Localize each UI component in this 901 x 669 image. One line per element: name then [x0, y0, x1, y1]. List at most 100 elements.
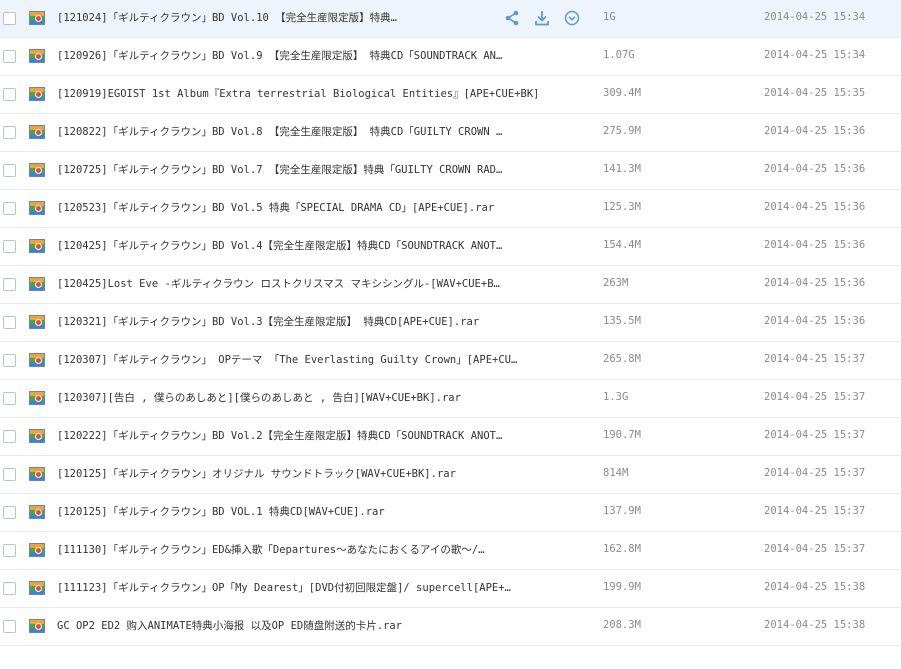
file-name-link[interactable]: [120307]「ギルティクラウン」 OPテーマ 「The Everlastin…	[57, 352, 537, 367]
file-row[interactable]: [120725]「ギルティクラウン」BD Vol.7 【完全生産限定版】特典「G…	[0, 152, 901, 190]
archive-file-icon	[29, 49, 45, 63]
modified-time: 2014-04-25 15:37	[764, 391, 866, 403]
modified-time: 2014-04-25 15:37	[764, 543, 866, 555]
share-icon[interactable]	[503, 9, 521, 27]
row-checkbox[interactable]	[3, 278, 16, 291]
row-checkbox[interactable]	[3, 620, 16, 633]
file-name-link[interactable]: [120125]「ギルティクラウン」オリジナル サウンドトラック[WAV+CUE…	[57, 466, 537, 481]
file-row[interactable]: [111123]「ギルティクラウン」OP「My Dearest」[DVD付初回限…	[0, 570, 901, 608]
archive-file-icon	[29, 201, 45, 215]
download-icon[interactable]	[533, 9, 551, 27]
archive-file-icon	[29, 353, 45, 367]
row-checkbox[interactable]	[3, 316, 16, 329]
row-actions	[503, 9, 581, 27]
modified-time: 2014-04-25 15:34	[764, 11, 866, 23]
file-size: 141.3M	[603, 163, 641, 175]
file-list: [121024]「ギルティクラウン」BD Vol.10 【完全生産限定版】特典……	[0, 0, 901, 646]
archive-file-icon	[29, 581, 45, 595]
file-size: 814M	[603, 467, 629, 479]
file-row[interactable]: [120919]EGOIST 1st Album『Extra terrestri…	[0, 76, 901, 114]
archive-file-icon	[29, 277, 45, 291]
file-name-link[interactable]: [120425]「ギルティクラウン」BD Vol.4【完全生産限定版】特典CD「…	[57, 238, 537, 253]
row-checkbox[interactable]	[3, 202, 16, 215]
file-name-link[interactable]: [111123]「ギルティクラウン」OP「My Dearest」[DVD付初回限…	[57, 580, 537, 595]
modified-time: 2014-04-25 15:34	[764, 49, 866, 61]
file-size: 265.8M	[603, 353, 641, 365]
file-name-link[interactable]: [121024]「ギルティクラウン」BD Vol.10 【完全生産限定版】特典…	[57, 10, 537, 25]
row-checkbox[interactable]	[3, 392, 16, 405]
file-name-link[interactable]: [120125]「ギルティクラウン」BD VOL.1 特典CD[WAV+CUE]…	[57, 504, 537, 519]
row-checkbox[interactable]	[3, 12, 16, 25]
row-checkbox[interactable]	[3, 126, 16, 139]
row-checkbox[interactable]	[3, 430, 16, 443]
file-name-link[interactable]: [120321]「ギルティクラウン」BD Vol.3【完全生産限定版】 特典CD…	[57, 314, 537, 329]
file-row[interactable]: [120307]「ギルティクラウン」 OPテーマ 「The Everlastin…	[0, 342, 901, 380]
file-size: 275.9M	[603, 125, 641, 137]
modified-time: 2014-04-25 15:37	[764, 429, 866, 441]
file-name-link[interactable]: GC OP2 ED2 购入ANIMATE特典小海报 以及OP ED随盘附送的卡片…	[57, 618, 537, 633]
file-name-link[interactable]: [120222]「ギルティクラウン」BD Vol.2【完全生産限定版】特典CD「…	[57, 428, 537, 443]
file-row[interactable]: [120125]「ギルティクラウン」オリジナル サウンドトラック[WAV+CUE…	[0, 456, 901, 494]
row-checkbox[interactable]	[3, 506, 16, 519]
row-checkbox[interactable]	[3, 88, 16, 101]
row-checkbox[interactable]	[3, 354, 16, 367]
file-size: 199.9M	[603, 581, 641, 593]
row-checkbox[interactable]	[3, 468, 16, 481]
file-size: 154.4M	[603, 239, 641, 251]
modified-time: 2014-04-25 15:36	[764, 201, 866, 213]
archive-file-icon	[29, 619, 45, 633]
file-row[interactable]: [121024]「ギルティクラウン」BD Vol.10 【完全生産限定版】特典……	[0, 0, 901, 38]
file-size: 1.07G	[603, 49, 635, 61]
archive-file-icon	[29, 87, 45, 101]
file-row[interactable]: [120926]「ギルティクラウン」BD Vol.9 【完全生産限定版】 特典C…	[0, 38, 901, 76]
file-size: 135.5M	[603, 315, 641, 327]
archive-file-icon	[29, 505, 45, 519]
file-size: 1.3G	[603, 391, 629, 403]
modified-time: 2014-04-25 15:36	[764, 315, 866, 327]
file-row[interactable]: [120425]Lost Eve -ギルティクラウン ロストクリスマス マキシシ…	[0, 266, 901, 304]
file-name-link[interactable]: [111130]「ギルティクラウン」ED&挿入歌「Departures～あなたに…	[57, 542, 537, 557]
file-row[interactable]: [120822]「ギルティクラウン」BD Vol.8 【完全生産限定版】 特典C…	[0, 114, 901, 152]
file-row[interactable]: [120222]「ギルティクラウン」BD Vol.2【完全生産限定版】特典CD「…	[0, 418, 901, 456]
file-name-link[interactable]: [120523]「ギルティクラウン」BD Vol.5 特典「SPECIAL DR…	[57, 200, 537, 215]
file-name-link[interactable]: [120926]「ギルティクラウン」BD Vol.9 【完全生産限定版】 特典C…	[57, 48, 537, 63]
file-row[interactable]: GC OP2 ED2 购入ANIMATE特典小海报 以及OP ED随盘附送的卡片…	[0, 608, 901, 646]
modified-time: 2014-04-25 15:37	[764, 353, 866, 365]
modified-time: 2014-04-25 15:37	[764, 467, 866, 479]
row-checkbox[interactable]	[3, 50, 16, 63]
file-size: 190.7M	[603, 429, 641, 441]
file-row[interactable]: [120523]「ギルティクラウン」BD Vol.5 特典「SPECIAL DR…	[0, 190, 901, 228]
modified-time: 2014-04-25 15:37	[764, 505, 866, 517]
file-row[interactable]: [120307][告白 , 僕らのあしあと][僕らのあしあと , 告白][WAV…	[0, 380, 901, 418]
file-name-link[interactable]: [120725]「ギルティクラウン」BD Vol.7 【完全生産限定版】特典「G…	[57, 162, 537, 177]
file-size: 1G	[603, 11, 616, 23]
file-row[interactable]: [120425]「ギルティクラウン」BD Vol.4【完全生産限定版】特典CD「…	[0, 228, 901, 266]
file-name-link[interactable]: [120307][告白 , 僕らのあしあと][僕らのあしあと , 告白][WAV…	[57, 390, 537, 405]
archive-file-icon	[29, 391, 45, 405]
archive-file-icon	[29, 163, 45, 177]
row-checkbox[interactable]	[3, 544, 16, 557]
modified-time: 2014-04-25 15:35	[764, 87, 866, 99]
file-size: 208.3M	[603, 619, 641, 631]
file-size: 137.9M	[603, 505, 641, 517]
file-row[interactable]: [120321]「ギルティクラウン」BD Vol.3【完全生産限定版】 特典CD…	[0, 304, 901, 342]
file-row[interactable]: [120125]「ギルティクラウン」BD VOL.1 特典CD[WAV+CUE]…	[0, 494, 901, 532]
file-size: 162.8M	[603, 543, 641, 555]
file-name-link[interactable]: [120425]Lost Eve -ギルティクラウン ロストクリスマス マキシシ…	[57, 276, 537, 291]
row-checkbox[interactable]	[3, 164, 16, 177]
row-checkbox[interactable]	[3, 582, 16, 595]
modified-time: 2014-04-25 15:36	[764, 277, 866, 289]
file-name-link[interactable]: [120919]EGOIST 1st Album『Extra terrestri…	[57, 86, 537, 101]
row-checkbox[interactable]	[3, 240, 16, 253]
archive-file-icon	[29, 11, 45, 25]
modified-time: 2014-04-25 15:36	[764, 163, 866, 175]
file-size: 263M	[603, 277, 629, 289]
modified-time: 2014-04-25 15:38	[764, 581, 866, 593]
file-name-link[interactable]: [120822]「ギルティクラウン」BD Vol.8 【完全生産限定版】 特典C…	[57, 124, 537, 139]
file-row[interactable]: [111130]「ギルティクラウン」ED&挿入歌「Departures～あなたに…	[0, 532, 901, 570]
file-size: 125.3M	[603, 201, 641, 213]
archive-file-icon	[29, 467, 45, 481]
modified-time: 2014-04-25 15:36	[764, 239, 866, 251]
more-icon[interactable]	[563, 9, 581, 27]
archive-file-icon	[29, 125, 45, 139]
